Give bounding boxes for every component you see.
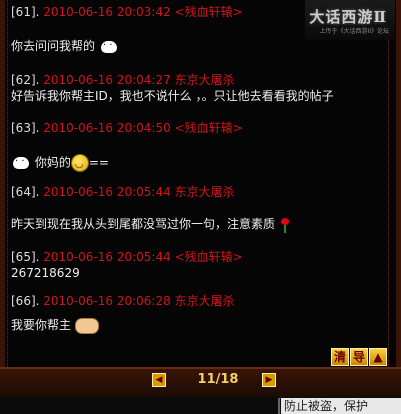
message-index: [64]. — [11, 185, 40, 199]
message-body: 你妈的 == — [11, 154, 109, 173]
bunny-icon — [11, 154, 31, 171]
smiley-icon — [70, 154, 89, 173]
footer-notice: 防止被盗，保护 — [281, 398, 401, 414]
next-page-button[interactable]: ▶ — [262, 373, 276, 387]
message-body: 267218629 — [11, 265, 80, 281]
page-indicator: 11/18 — [197, 372, 239, 387]
message-author: 东京大屠杀 — [174, 73, 235, 87]
message-author: 东京大屠杀 — [174, 294, 235, 308]
message-author: <残血轩辕> — [174, 250, 243, 264]
message-text: 我要你帮主 — [11, 318, 72, 332]
message-text-suffix: == — [88, 155, 109, 170]
message-header: [62]. 2010-06-16 20:04:27 东京大屠杀 — [11, 72, 235, 88]
message-index: [63]. — [11, 121, 40, 135]
message-text: 你去问问我帮的 — [11, 39, 96, 53]
message-text: 好告诉我你帮主ID，我也不说什么 ，。只让他去看看我的帖子 — [11, 89, 334, 103]
message-index: [62]. — [11, 73, 40, 87]
message-timestamp: 2010-06-16 20:04:27 — [43, 73, 171, 87]
message-timestamp: 2010-06-16 20:05:44 — [43, 185, 171, 199]
handshake-icon — [74, 317, 99, 334]
message-header: [66]. 2010-06-16 20:06:28 东京大屠杀 — [11, 293, 235, 309]
message-text: 267218629 — [11, 266, 80, 280]
message-header: [63]. 2010-06-16 20:04:50 <残血轩辕> — [11, 120, 243, 136]
rose-icon — [279, 217, 291, 233]
message-header: [61]. 2010-06-16 20:03:42 <残血轩辕> — [11, 4, 243, 20]
message-timestamp: 2010-06-16 20:04:50 — [43, 121, 171, 135]
message-timestamp: 2010-06-16 20:05:44 — [43, 250, 171, 264]
message-author: <残血轩辕> — [174, 121, 243, 135]
message-header: [65]. 2010-06-16 20:05:44 <残血轩辕> — [11, 249, 243, 265]
message-header: [64]. 2010-06-16 20:05:44 东京大屠杀 — [11, 184, 235, 200]
message-author: <残血轩辕> — [174, 5, 243, 19]
clear-button[interactable]: 清 — [331, 348, 349, 366]
prev-page-button[interactable]: ◀ — [152, 373, 166, 387]
scroll-up-button[interactable]: ▲ — [369, 348, 387, 366]
brand-subtitle: 上传于《大话西游II》论坛 — [319, 28, 389, 35]
message-text: 昨天到现在我从头到尾都没骂过你一句，注意素质 — [11, 217, 276, 231]
export-button[interactable]: 导 — [350, 348, 368, 366]
message-index: [61]. — [11, 5, 40, 19]
message-body: 好告诉我你帮主ID，我也不说什么 ，。只让他去看看我的帖子 — [11, 88, 334, 104]
message-index: [66]. — [11, 294, 40, 308]
message-index: [65]. — [11, 250, 40, 264]
message-timestamp: 2010-06-16 20:06:28 — [43, 294, 171, 308]
brand-title: 大话西游Ⅱ — [309, 8, 387, 26]
message-body: 我要你帮主 — [11, 317, 99, 334]
message-author: 东京大屠杀 — [174, 185, 235, 199]
message-body: 你去问问我帮的 — [11, 38, 119, 55]
footer-divider — [278, 398, 280, 414]
message-timestamp: 2010-06-16 20:03:42 — [43, 5, 171, 19]
message-text: 你妈的 — [34, 155, 71, 170]
message-body: 昨天到现在我从头到尾都没骂过你一句，注意素质 — [11, 216, 291, 233]
bunny-icon — [99, 38, 119, 55]
